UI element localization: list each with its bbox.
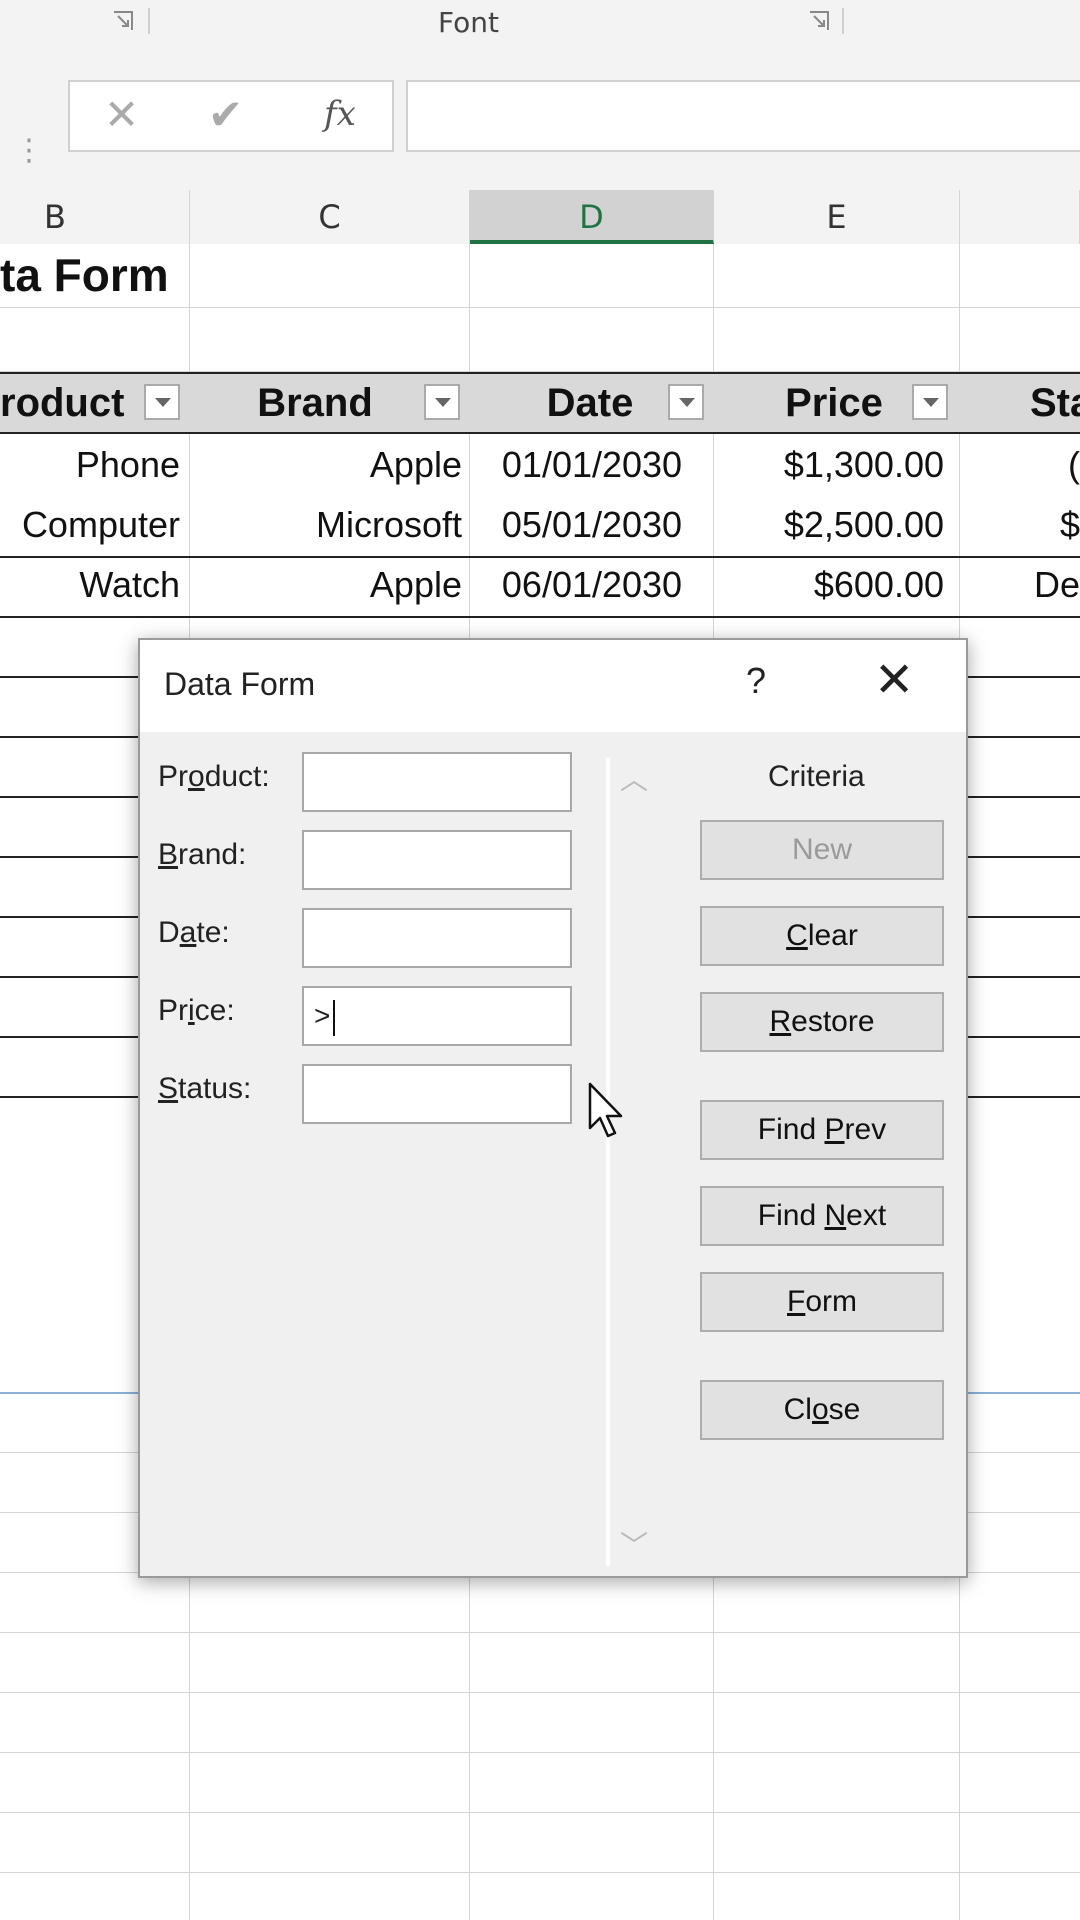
- date-criteria-input[interactable]: [302, 908, 572, 968]
- header-status[interactable]: Sta: [1030, 374, 1080, 432]
- status-criteria-input[interactable]: [302, 1064, 572, 1124]
- filter-dropdown-icon[interactable]: [424, 384, 460, 420]
- data-form-dialog: Data Form ? ✕ Product: Brand: Date: Pric…: [138, 638, 968, 1578]
- ribbon: Font: [0, 0, 1080, 49]
- close-button[interactable]: Close: [700, 1380, 944, 1440]
- ribbon-separator: [842, 8, 844, 34]
- table-cell[interactable]: De: [960, 556, 1080, 614]
- table-cell[interactable]: 05/01/2030: [470, 496, 714, 554]
- column-header-b[interactable]: B: [0, 190, 190, 244]
- new-button[interactable]: New: [700, 820, 944, 880]
- formula-commands: ✕ ✔ fx: [68, 80, 394, 152]
- header-brand[interactable]: Brand: [240, 374, 390, 432]
- scroll-up-icon[interactable]: ︿: [620, 758, 648, 798]
- formula-bar: ⋮ ✕ ✔ fx: [0, 48, 1080, 190]
- find-next-button[interactable]: Find Next: [700, 1186, 944, 1246]
- table-cell[interactable]: $2,500.00: [714, 496, 944, 554]
- field-label-brand: Brand:: [158, 838, 247, 871]
- text-caret: [333, 999, 336, 1036]
- table-cell[interactable]: Computer: [0, 496, 180, 554]
- form-button[interactable]: Form: [700, 1272, 944, 1332]
- brand-criteria-input[interactable]: [302, 830, 572, 890]
- find-prev-button[interactable]: Find Prev: [700, 1100, 944, 1160]
- insert-function-icon[interactable]: fx: [324, 94, 356, 134]
- font-dialog-launcher-icon[interactable]: [808, 10, 830, 32]
- ribbon-separator: [148, 8, 150, 34]
- mouse-pointer-icon: [588, 1082, 623, 1138]
- cancel-icon[interactable]: ✕: [104, 90, 139, 139]
- filter-dropdown-icon[interactable]: [912, 384, 948, 420]
- column-header-e[interactable]: E: [714, 190, 960, 244]
- table-cell[interactable]: $: [960, 496, 1080, 554]
- dialog-title: Data Form: [164, 666, 316, 702]
- column-header-f[interactable]: [960, 190, 1080, 244]
- table-cell[interactable]: 06/01/2030: [470, 556, 714, 614]
- sheet-title-cell[interactable]: ta Form: [0, 248, 169, 302]
- table-cell[interactable]: Apple: [190, 556, 462, 614]
- table-cell[interactable]: Apple: [190, 436, 462, 494]
- product-criteria-input[interactable]: [302, 752, 572, 812]
- help-icon[interactable]: ?: [746, 660, 766, 702]
- table-cell[interactable]: 01/01/2030: [470, 436, 714, 494]
- enter-icon[interactable]: ✔: [208, 90, 243, 139]
- dialog-launcher-icon[interactable]: [112, 10, 134, 32]
- table-cell[interactable]: Phone: [0, 436, 180, 494]
- table-cell[interactable]: (: [960, 436, 1080, 494]
- filter-dropdown-icon[interactable]: [668, 384, 704, 420]
- field-label-status: Status:: [158, 1072, 252, 1105]
- clear-button[interactable]: Clear: [700, 906, 944, 966]
- column-header-d[interactable]: D: [470, 190, 714, 244]
- header-price[interactable]: Price: [764, 374, 904, 432]
- table-cell[interactable]: $600.00: [714, 556, 944, 614]
- field-label-price: Price:: [158, 994, 235, 1027]
- table-cell[interactable]: Microsoft: [190, 496, 462, 554]
- restore-button[interactable]: Restore: [700, 992, 944, 1052]
- price-criteria-input[interactable]: >: [302, 986, 572, 1046]
- header-date[interactable]: Date: [520, 374, 660, 432]
- formula-input[interactable]: [406, 80, 1080, 152]
- close-icon[interactable]: ✕: [874, 652, 914, 708]
- record-mode-label: Criteria: [768, 760, 865, 793]
- ribbon-group-font-label: Font: [438, 6, 499, 39]
- column-header-c[interactable]: C: [190, 190, 470, 244]
- field-label-date: Date:: [158, 916, 230, 949]
- grip-icon[interactable]: ⋮: [14, 136, 44, 186]
- record-scrollbar[interactable]: [606, 758, 610, 1566]
- table-cell[interactable]: $1,300.00: [714, 436, 944, 494]
- header-product[interactable]: roduct: [0, 374, 140, 432]
- table-cell[interactable]: Watch: [0, 556, 180, 614]
- filter-dropdown-icon[interactable]: [144, 384, 180, 420]
- scroll-down-icon[interactable]: ﹀: [620, 1524, 648, 1564]
- field-label-product: Product:: [158, 760, 270, 793]
- table-header-row: roduct Brand Date Price Sta: [0, 372, 1080, 434]
